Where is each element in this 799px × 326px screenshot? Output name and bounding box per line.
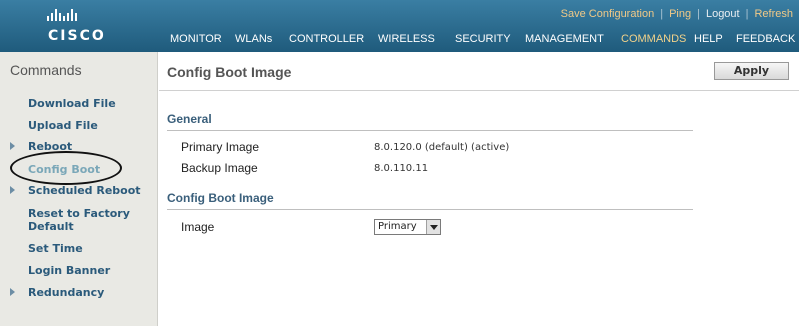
ping-link[interactable]: Ping	[669, 8, 691, 20]
sidebar-item-scheduled-reboot[interactable]: Scheduled Reboot	[28, 184, 141, 197]
backup-image-label: Backup Image	[181, 161, 258, 175]
sidebar-item-download-file[interactable]: Download File	[28, 97, 116, 110]
refresh-link[interactable]: Refresh	[754, 8, 793, 20]
sidebar-title: Commands	[10, 62, 82, 78]
nav-security[interactable]: SECURITY	[455, 33, 511, 45]
backup-image-value: 8.0.110.11	[374, 163, 429, 174]
sidebar-item-login-banner[interactable]: Login Banner	[28, 264, 110, 277]
apply-button[interactable]: Apply	[714, 62, 789, 80]
redundancy-expand-icon[interactable]	[10, 288, 15, 296]
primary-image-value: 8.0.120.0 (default) (active)	[374, 142, 510, 153]
top-links: Save Configuration | Ping | Logout | Refresh	[560, 8, 793, 20]
image-label: Image	[181, 220, 215, 234]
nav-feedback[interactable]: FEEDBACK	[736, 33, 795, 45]
sidebar-item-set-time[interactable]: Set Time	[28, 242, 83, 255]
nav-wlans[interactable]: WLANs	[235, 33, 272, 45]
logo-text: CISCO	[48, 28, 106, 44]
top-header: CISCO Save Configuration | Ping | Logout | Ref…	[0, 0, 799, 52]
save-configuration-link[interactable]: Save Configuration	[561, 8, 655, 20]
logout-link[interactable]: Logout	[706, 8, 740, 20]
config-boot-image-heading: Config Boot Image	[167, 191, 274, 205]
sidebar-item-reset-default[interactable]: Default	[28, 220, 74, 233]
image-select[interactable]: Primary	[374, 219, 441, 235]
general-heading: General	[167, 112, 212, 126]
primary-image-label: Primary Image	[181, 140, 260, 154]
sidebar: Commands Download File Upload File Reboo…	[0, 52, 158, 326]
nav-monitor[interactable]: MONITOR	[170, 33, 222, 45]
main-content: Config Boot Image Apply General Primary …	[159, 52, 799, 326]
sidebar-item-redundancy[interactable]: Redundancy	[28, 286, 104, 299]
title-divider	[159, 90, 799, 91]
nav-controller[interactable]: CONTROLLER	[289, 33, 364, 45]
sidebar-item-reset-to-factory[interactable]: Reset to Factory	[28, 207, 130, 220]
cisco-bars-icon	[47, 9, 77, 21]
highlight-circle	[10, 151, 122, 185]
sidebar-item-upload-file[interactable]: Upload File	[28, 119, 98, 132]
general-divider	[167, 130, 693, 131]
nav-management[interactable]: MANAGEMENT	[525, 33, 604, 45]
nav-commands[interactable]: COMMANDS	[621, 33, 686, 45]
chevron-down-icon[interactable]	[426, 220, 440, 234]
page-title: Config Boot Image	[167, 64, 292, 80]
nav-help[interactable]: HELP	[694, 33, 723, 45]
image-select-value: Primary	[378, 221, 417, 232]
cisco-logo: CISCO	[14, 6, 134, 46]
config-divider	[167, 209, 693, 210]
nav-wireless[interactable]: WIRELESS	[378, 33, 435, 45]
scheduled-reboot-expand-icon[interactable]	[10, 186, 15, 194]
reboot-expand-icon[interactable]	[10, 142, 15, 150]
